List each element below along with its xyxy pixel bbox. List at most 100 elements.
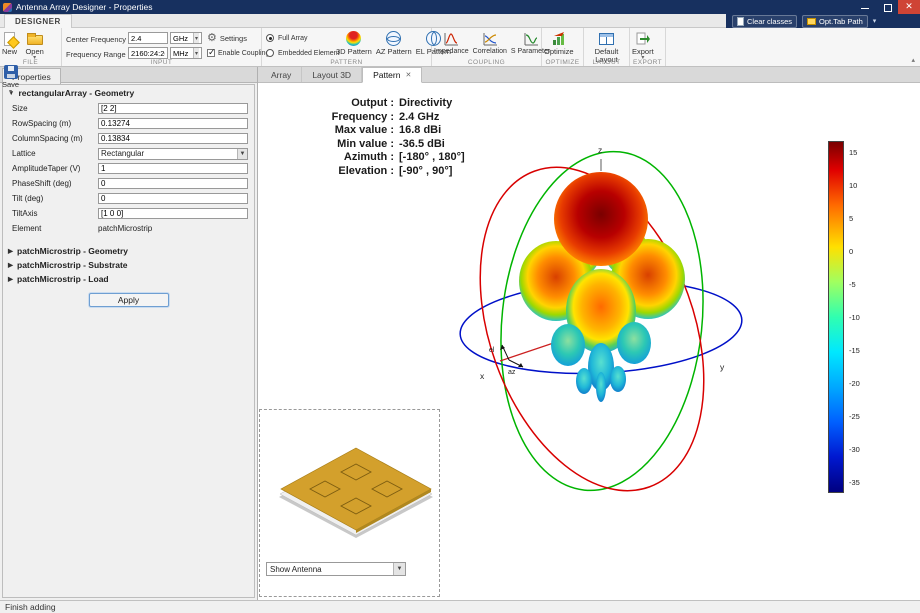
section-patchmicrostrip-substrate[interactable]: ▶ patchMicrostrip - Substrate [3, 258, 254, 272]
property-row-phaseshift: PhaseShift (deg) [3, 176, 254, 191]
optimize-button[interactable]: Optimize [542, 28, 576, 56]
designer-ribbon-tab[interactable]: DESIGNER [4, 14, 72, 28]
show-antenna-value: Show Antenna [270, 564, 322, 574]
3d-pattern-label: 3D Pattern [336, 47, 372, 56]
frequency-range-input[interactable] [128, 47, 168, 59]
property-label: AmplitudeTaper (V) [12, 164, 81, 173]
section-rectangulararray-geometry[interactable]: ▼ rectangularArray - Geometry [3, 85, 254, 101]
center-frequency-unit-dropdown[interactable]: GHz ▾ [170, 32, 202, 44]
property-row-amplitudetaper: AmplitudeTaper (V) [3, 161, 254, 176]
embedded-element-radio[interactable]: Embedded Element [266, 49, 339, 57]
close-button[interactable] [898, 0, 920, 14]
property-row-rowspacing: RowSpacing (m) [3, 116, 254, 131]
collapsed-sections: ▶ patchMicrostrip - Geometry ▶ patchMicr… [3, 244, 254, 286]
file-section-label: FILE [22, 59, 39, 66]
colorbar-tick: -25 [849, 412, 860, 421]
settings-button[interactable]: Settings [207, 33, 247, 44]
clear-classes-label: Clear classes [747, 16, 793, 26]
3d-pattern-icon [346, 31, 362, 46]
window-controls [854, 0, 920, 14]
colorbar [828, 141, 844, 493]
rowspacing-input[interactable] [98, 118, 248, 129]
tiltaxis-input[interactable] [98, 208, 248, 219]
radio-icon [266, 49, 274, 57]
ribbon-section-layout: Default Layout LAYOUT [584, 28, 630, 66]
embedded-element-label: Embedded Element [278, 49, 340, 57]
document-tab-row: Array Layout 3D Pattern ✕ [258, 67, 920, 83]
pattern-source-radios: Full Array Embedded Element [266, 34, 339, 57]
app-window: Antenna Array Designer - Properties DESI… [0, 0, 920, 613]
title-bar: Antenna Array Designer - Properties [0, 0, 920, 14]
full-array-radio[interactable]: Full Array [266, 34, 339, 42]
enable-coupling-checkbox[interactable]: Enable Coupling [207, 47, 269, 58]
tab-array[interactable]: Array [261, 67, 303, 82]
amplitudetaper-input[interactable] [98, 163, 248, 174]
input-section-label: INPUT [150, 59, 173, 66]
section-title: patchMicrostrip - Geometry [17, 246, 128, 256]
columnspacing-input[interactable] [98, 133, 248, 144]
info-label: Elevation : [338, 164, 394, 177]
minimize-button[interactable] [854, 0, 876, 14]
colorbar-tick: 10 [849, 181, 858, 190]
coupling-section-label: COUPLING [467, 59, 506, 66]
section-patchmicrostrip-geometry[interactable]: ▶ patchMicrostrip - Geometry [3, 244, 254, 258]
correlation-button[interactable]: Correlation [471, 28, 509, 56]
size-input[interactable] [98, 103, 248, 114]
center-frequency-unit-value: GHz [173, 33, 188, 43]
tab-layout-3d[interactable]: Layout 3D [302, 67, 363, 82]
frequency-range-unit-dropdown[interactable]: MHz ▾ [170, 47, 202, 59]
frequency-range-label: Frequency Range [66, 50, 126, 59]
property-label: TiltAxis [12, 209, 38, 218]
properties-panel-body: ▼ rectangularArray - Geometry Size RowSp… [2, 84, 255, 598]
optimize-section-label: OPTIMIZE [545, 59, 580, 66]
collapse-ribbon-icon[interactable]: ▴ [911, 56, 915, 64]
checkbox-checked-icon [207, 47, 216, 58]
property-row-lattice: Lattice Rectangular ▼ [3, 146, 254, 161]
close-tab-icon[interactable]: ✕ [405, 71, 411, 79]
radiation-pattern-3d-plot[interactable]: z y x el az [430, 119, 790, 519]
clear-classes-button[interactable]: Clear classes [732, 14, 798, 28]
colorbar-tick-labels: 15 10 5 0 -5 -10 -15 -20 -25 -30 -35 [849, 141, 875, 493]
3d-pattern-button[interactable]: 3D Pattern [334, 28, 374, 56]
az-label: az [508, 369, 516, 376]
az-pattern-button[interactable]: AZ Pattern [374, 28, 414, 56]
section-title: rectangularArray - Geometry [18, 88, 135, 98]
colorbar-tick: -5 [849, 280, 856, 289]
property-label: Element [12, 224, 42, 233]
tab-pattern[interactable]: Pattern ✕ [362, 67, 423, 83]
section-title: patchMicrostrip - Load [17, 274, 109, 284]
property-row-size: Size [3, 101, 254, 116]
pattern-blob [519, 172, 685, 402]
apply-button[interactable]: Apply [88, 293, 169, 307]
maximize-button[interactable] [876, 0, 898, 14]
save-disk-icon [3, 64, 18, 79]
property-label: ColumnSpacing (m) [12, 134, 83, 143]
export-button[interactable]: Export ▾ [630, 28, 656, 61]
property-label: Size [12, 104, 28, 113]
section-patchmicrostrip-load[interactable]: ▶ patchMicrostrip - Load [3, 272, 254, 286]
tab-pattern-label: Pattern [373, 70, 401, 80]
impedance-button[interactable]: Impedance [432, 28, 471, 56]
lattice-dropdown[interactable]: Rectangular ▼ [98, 147, 248, 160]
optimize-label: Optimize [544, 47, 574, 56]
info-value: Directivity [399, 97, 453, 109]
show-antenna-dropdown[interactable]: Show Antenna ▼ [266, 562, 406, 576]
tilt-input[interactable] [98, 193, 248, 204]
ribbon-filler: ▴ [666, 28, 920, 66]
new-button[interactable]: New [0, 28, 19, 56]
pattern-canvas: Output : Directivity Frequency : 2.4 GHz… [258, 83, 920, 600]
new-button-label: New [2, 47, 18, 56]
opt-tab-path-button[interactable]: Opt.Tab Path [802, 14, 868, 28]
chevron-down-icon[interactable]: ▾ [873, 17, 877, 25]
save-button[interactable]: Save ▾ [0, 61, 21, 95]
chevron-down-icon: ▾ [192, 48, 199, 58]
open-button[interactable]: Open ▾ [23, 28, 45, 61]
info-label: Output : [351, 97, 394, 109]
center-frequency-input[interactable] [128, 32, 168, 44]
properties-panel: Properties ▼ rectangularArray - Geometry… [0, 67, 258, 600]
colorbar-tick: -10 [849, 313, 860, 322]
phaseshift-input[interactable] [98, 178, 248, 189]
property-row-columnspacing: ColumnSpacing (m) [3, 131, 254, 146]
colorbar-tick: 0 [849, 247, 854, 256]
section-title: patchMicrostrip - Substrate [17, 260, 128, 270]
